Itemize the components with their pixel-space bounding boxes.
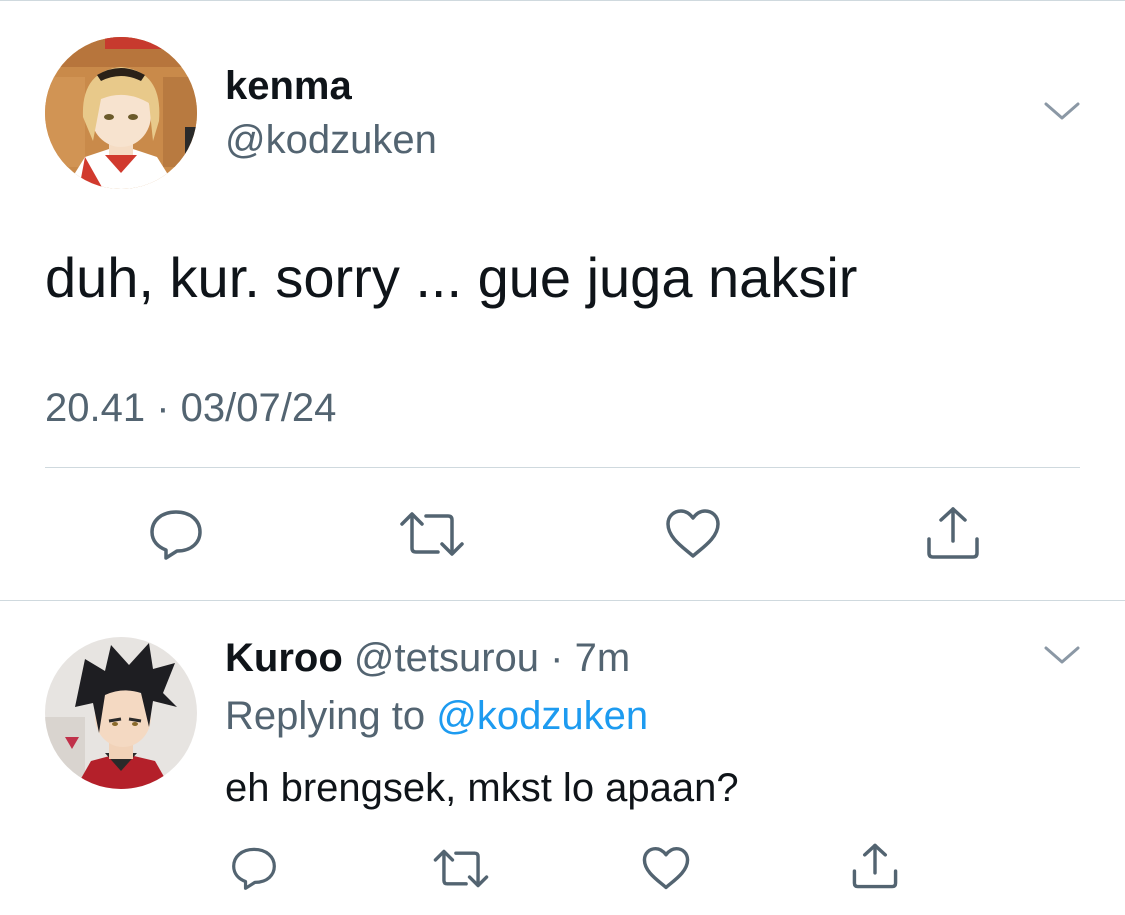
replying-to: Replying to @kodzuken <box>225 692 648 740</box>
avatar[interactable] <box>45 637 197 789</box>
retweet-icon[interactable] <box>432 848 490 889</box>
reply-icon[interactable] <box>229 846 279 890</box>
mention-link[interactable]: @kodzuken <box>436 694 648 738</box>
kuroo-avatar-image <box>45 637 197 789</box>
tweet-text: duh, kur. sorry ... gue juga naksir <box>45 246 858 309</box>
chevron-down-icon[interactable] <box>1042 100 1082 124</box>
user-handle[interactable]: @kodzuken <box>225 116 437 164</box>
display-name[interactable]: Kuroo <box>225 636 343 680</box>
avatar[interactable] <box>45 37 197 189</box>
tweet-thread: kenma @kodzuken duh, kur. sorry ... gue … <box>0 0 1125 915</box>
reply-time[interactable]: 7m <box>575 636 631 680</box>
divider <box>0 600 1125 601</box>
top-divider <box>0 0 1125 1</box>
like-icon[interactable] <box>664 508 722 560</box>
separator: · <box>539 636 575 680</box>
divider <box>45 467 1080 468</box>
retweet-icon[interactable] <box>398 510 466 558</box>
replying-prefix: Replying to <box>225 694 437 738</box>
tweet-timestamp[interactable]: 20.41 · 03/07/24 <box>45 384 336 432</box>
reply-header: Kuroo @tetsurou · 7m <box>225 634 630 682</box>
share-icon[interactable] <box>850 842 900 890</box>
display-name[interactable]: kenma <box>225 62 352 110</box>
like-icon[interactable] <box>641 846 691 891</box>
tweet-text: eh brengsek, mkst lo apaan? <box>225 766 739 810</box>
reply-icon[interactable] <box>147 508 205 560</box>
chevron-down-icon[interactable] <box>1042 644 1082 668</box>
kenma-avatar-image <box>45 37 197 189</box>
user-handle[interactable]: @tetsurou <box>354 636 539 680</box>
share-icon[interactable] <box>924 505 982 561</box>
